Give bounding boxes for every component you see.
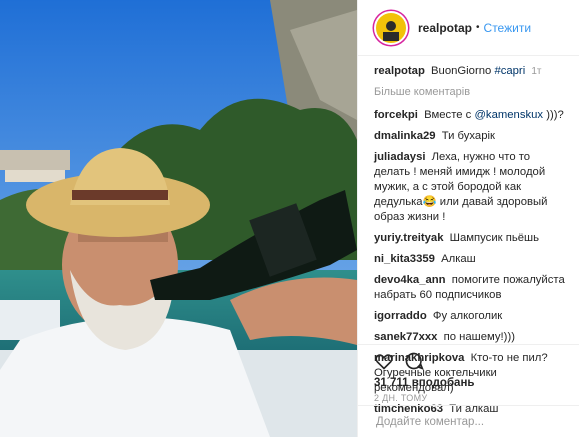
comment-username[interactable]: sanek77xxx: [374, 331, 437, 343]
comment-username[interactable]: forcekpi: [374, 109, 418, 121]
comment: devo4ka_ann помогите пожалуйста набрать …: [374, 273, 569, 303]
caption-text: BuonGiorno: [431, 65, 492, 77]
comment-username[interactable]: ni_kita3359: [374, 253, 435, 265]
action-icons: [374, 351, 563, 371]
comment-username[interactable]: juliadaysi: [374, 151, 426, 163]
comment-text: Ти бухарік: [441, 130, 495, 142]
comment-icon[interactable]: [404, 351, 424, 371]
load-more-comments[interactable]: Більше коментарів: [374, 85, 569, 100]
comment-text-after: )))?: [546, 109, 564, 121]
photo-image: [0, 0, 357, 437]
comment-text: Алкаш: [441, 253, 476, 265]
separator-dot: •: [476, 22, 480, 33]
header-username[interactable]: realpotap: [418, 21, 472, 35]
caption-time: 1т: [531, 66, 542, 77]
comment: igorraddo Фу алкоголик: [374, 309, 569, 324]
comment-text: Шампусик пьёшь: [449, 232, 539, 244]
comment: ni_kita3359 Алкаш: [374, 252, 569, 267]
post-photo[interactable]: [0, 0, 357, 437]
caption-username[interactable]: realpotap: [374, 65, 425, 77]
post-sidebar: realpotap • Стежити realpotap BuonGiorno…: [357, 0, 579, 437]
comment: forcekpi Вместе с @kamenskux )))?: [374, 108, 569, 123]
comment-username[interactable]: igorraddo: [374, 310, 427, 322]
comment-mention[interactable]: @kamenskux: [474, 109, 543, 121]
post-time: 2 дн. тому: [374, 393, 428, 403]
comment-text: Фу алкоголик: [432, 310, 503, 322]
comment: dmalinka29 Ти бухарік: [374, 129, 569, 144]
heart-icon[interactable]: [374, 351, 394, 371]
add-comment-input[interactable]: [374, 414, 558, 429]
comment-text: Вместе с: [424, 109, 472, 121]
comment-username[interactable]: devo4ka_ann: [374, 274, 446, 286]
add-comment-bar: [358, 405, 579, 437]
caption-hashtag[interactable]: #capri: [494, 65, 525, 77]
avatar[interactable]: [374, 10, 408, 45]
comment-username[interactable]: yuriy.treityak: [374, 232, 444, 244]
comment: juliadaysi Леха, нужно что то делать ! м…: [374, 150, 569, 225]
comment: yuriy.treityak Шампусик пьёшь: [374, 231, 569, 246]
post-header: realpotap • Стежити: [358, 0, 579, 56]
caption: realpotap BuonGiorno #capri 1т: [374, 64, 569, 79]
follow-button[interactable]: Стежити: [484, 21, 532, 35]
likes-count[interactable]: 31 711 вподобань: [374, 377, 563, 389]
comment-text: по нашему!))): [443, 331, 515, 343]
avatar-image: [378, 14, 404, 41]
comment: sanek77xxx по нашему!))): [374, 330, 569, 345]
comment-username[interactable]: dmalinka29: [374, 130, 436, 142]
post-window: realpotap • Стежити realpotap BuonGiorno…: [0, 0, 579, 437]
